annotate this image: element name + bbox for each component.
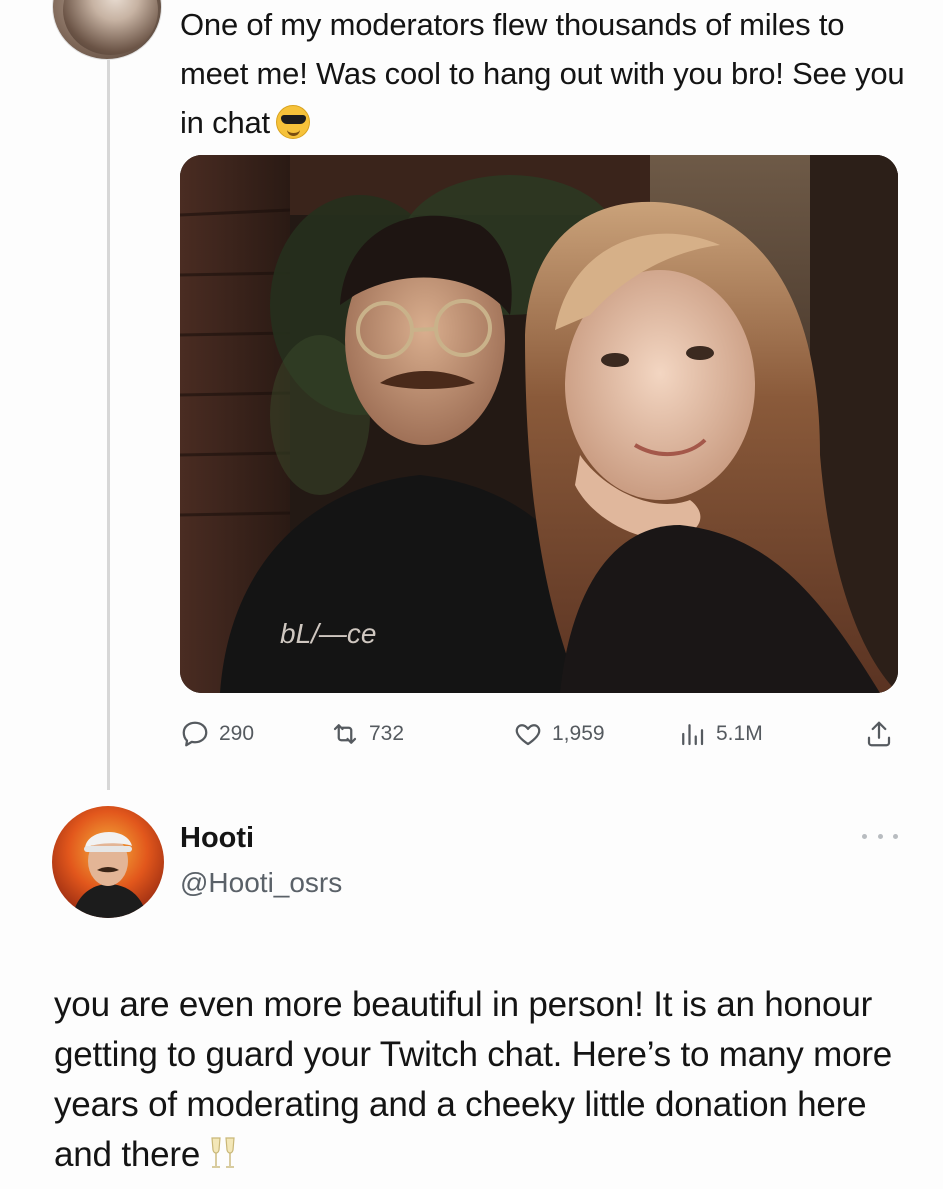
repost-action[interactable]: 732 [330,712,404,756]
reply-action[interactable]: 290 [180,712,254,756]
avatar-photo [63,0,158,55]
like-action[interactable]: 1,959 [513,712,605,756]
tweet-photo[interactable]: bL/—ce [180,155,898,693]
reply-text: you are even more beautiful in person! I… [54,980,924,1180]
thread-line [107,58,110,790]
views-bar-icon [682,724,704,746]
reply-body: you are even more beautiful in person! I… [54,985,893,1174]
reply-avatar[interactable] [52,806,164,918]
like-count: 1,959 [552,722,605,745]
repost-icon [333,724,357,744]
tweet-actions: 290 732 1,959 5.1M [180,712,900,756]
share-action[interactable] [864,712,903,756]
author-avatar[interactable] [52,0,162,60]
more-options-icon[interactable] [862,826,898,846]
views-action[interactable]: 5.1M [677,712,763,756]
share-icon [867,721,891,747]
shirt-logo: bL/—ce [280,618,377,649]
reply-avatar-photo [72,831,147,918]
heart-icon [515,724,541,746]
repost-count: 732 [369,722,405,745]
tweet-thread: One of my moderators flew thousands of m… [0,0,943,1189]
clinking-glasses-emoji-icon [211,1137,235,1168]
sunglasses-emoji-icon [275,105,310,139]
photo-illustration: bL/—ce [180,155,898,693]
tweet-text: One of my moderators flew thousands of m… [180,0,920,147]
reply-author-name[interactable]: Hooti [180,822,254,855]
reply-author-handle[interactable]: @Hooti_osrs [180,867,342,899]
reply-count: 290 [219,722,255,745]
reply-icon [182,721,208,747]
view-count: 5.1M [716,722,763,745]
